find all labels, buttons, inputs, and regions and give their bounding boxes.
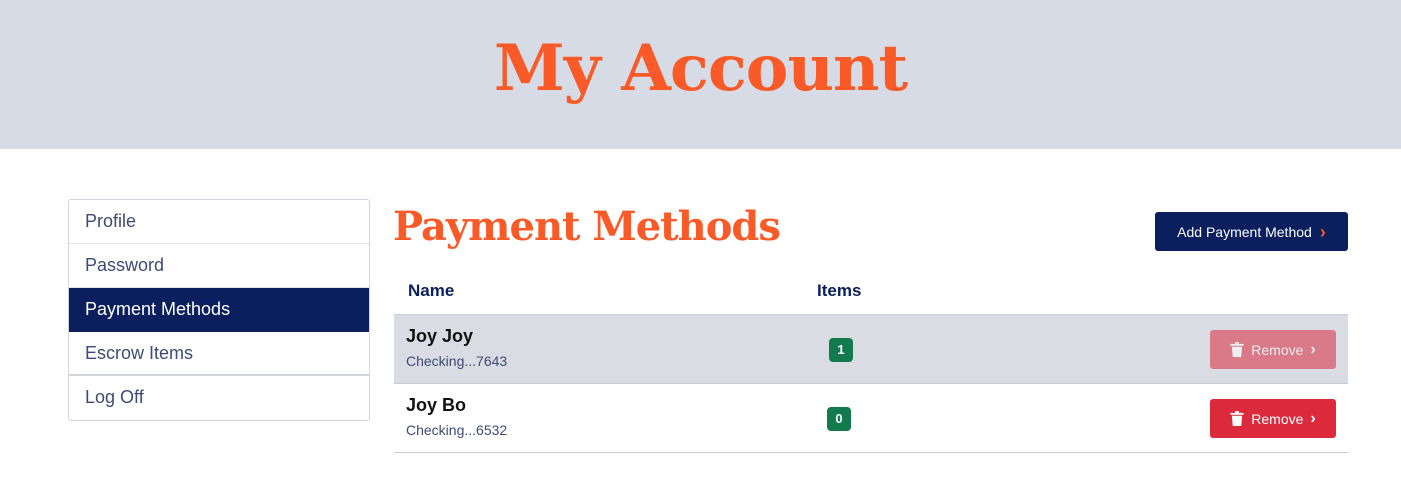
sidebar-item-log-off[interactable]: Log Off bbox=[69, 376, 369, 420]
items-count-badge: 1 bbox=[829, 338, 853, 362]
chevron-right-icon: › bbox=[1310, 340, 1316, 358]
payment-methods-table: Name Items Joy Joy Checking...7643 1 Rem… bbox=[394, 274, 1348, 453]
sidebar-item-escrow-items[interactable]: Escrow Items bbox=[69, 332, 369, 376]
trash-icon bbox=[1230, 342, 1244, 357]
add-payment-method-label: Add Payment Method bbox=[1177, 223, 1312, 240]
column-header-name: Name bbox=[408, 281, 455, 300]
sidebar-item-payment-methods[interactable]: Payment Methods bbox=[69, 288, 369, 332]
payment-method-account: Checking...7643 bbox=[406, 353, 508, 369]
table-row: Joy Joy Checking...7643 1 Remove › bbox=[394, 315, 1348, 384]
payment-method-name: Joy Joy bbox=[406, 326, 474, 346]
sidebar-item-password[interactable]: Password bbox=[69, 244, 369, 288]
page-header: My Account bbox=[0, 0, 1401, 149]
remove-button-label: Remove bbox=[1251, 410, 1304, 427]
remove-button[interactable]: Remove › bbox=[1210, 330, 1336, 369]
column-header-items: Items bbox=[817, 281, 862, 300]
table-header: Name Items bbox=[394, 274, 1348, 315]
payment-method-name: Joy Bo bbox=[406, 395, 467, 415]
sidebar-item-profile[interactable]: Profile bbox=[69, 200, 369, 244]
remove-button[interactable]: Remove › bbox=[1210, 399, 1336, 438]
section-title: Payment Methods bbox=[393, 203, 781, 250]
page-title: My Account bbox=[493, 31, 908, 106]
remove-button-label: Remove bbox=[1251, 341, 1304, 358]
table-row: Joy Bo Checking...6532 0 Remove › bbox=[394, 384, 1348, 453]
items-count-badge: 0 bbox=[827, 407, 851, 431]
chevron-right-icon: › bbox=[1310, 409, 1316, 427]
trash-icon bbox=[1230, 411, 1244, 426]
add-payment-method-button[interactable]: Add Payment Method › bbox=[1155, 212, 1348, 251]
account-sidebar: Profile Password Payment Methods Escrow … bbox=[68, 199, 370, 421]
payment-method-account: Checking...6532 bbox=[406, 422, 508, 438]
chevron-right-icon: › bbox=[1319, 221, 1326, 242]
